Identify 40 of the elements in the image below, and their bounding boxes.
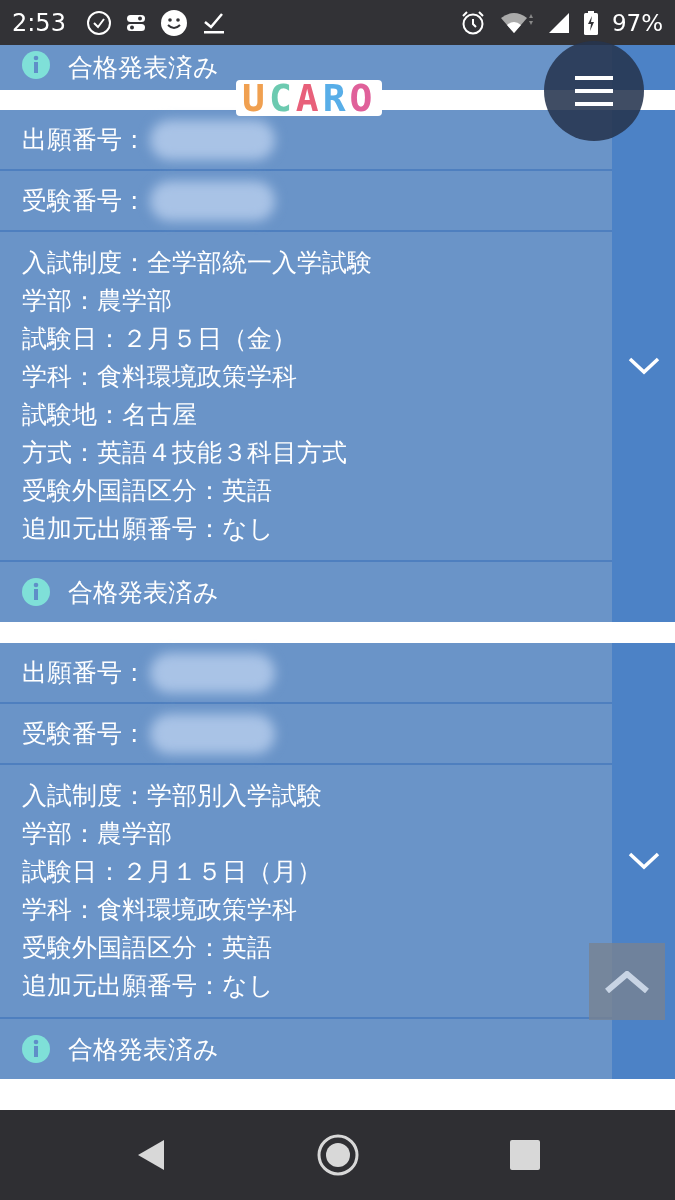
battery-percent: 97% xyxy=(611,9,663,36)
detail-text: 試験地：名古屋 xyxy=(22,399,197,431)
smiley-icon xyxy=(159,8,188,37)
status-text: 合格発表済み xyxy=(68,52,219,84)
check-circle-icon xyxy=(85,9,112,36)
chevron-down-icon[interactable] xyxy=(627,852,660,870)
field-label: 出願番号 : xyxy=(22,124,139,156)
detail-text: 入試制度：学部別入学試験 xyxy=(22,780,322,812)
detail-text: 方式：英語４技能３科目方式 xyxy=(22,437,347,469)
info-icon xyxy=(22,578,50,606)
info-icon xyxy=(22,51,50,79)
battery-icon xyxy=(583,10,598,35)
status-time: 2:53 xyxy=(12,8,66,37)
field-label: 出願番号 : xyxy=(22,657,139,689)
detail-text: 追加元出願番号：なし xyxy=(22,513,274,545)
detail-text: 試験日：２月１５日（月） xyxy=(22,856,322,888)
field-label: 受験番号 : xyxy=(22,185,139,217)
home-button[interactable] xyxy=(316,1134,359,1176)
scroll-top-button[interactable] xyxy=(589,943,665,1020)
detail-text: 受験外国語区分：英語 xyxy=(22,475,272,507)
detail-text: 学科：食料環境政策学科 xyxy=(22,361,297,393)
detail-text: 学部：農学部 xyxy=(22,285,172,317)
chevron-down-icon[interactable] xyxy=(627,357,660,375)
detail-text: 受験外国語区分：英語 xyxy=(22,932,272,964)
menu-icon[interactable] xyxy=(575,76,613,106)
chevron-up-icon[interactable] xyxy=(605,970,649,993)
recents-button[interactable] xyxy=(509,1140,540,1170)
toggle-icon xyxy=(125,12,146,33)
logo: UCARO xyxy=(236,80,383,116)
detail-text: 学科：食料環境政策学科 xyxy=(22,894,297,926)
signal-icon xyxy=(547,11,570,34)
detail-text: 試験日：２月５日（金） xyxy=(22,323,297,355)
status-text: 合格発表済み xyxy=(68,576,219,609)
field-label: 受験番号 : xyxy=(22,718,139,750)
info-icon xyxy=(22,1035,50,1063)
detail-text: 学部：農学部 xyxy=(22,818,172,850)
detail-text: 追加元出願番号：なし xyxy=(22,970,274,1002)
wifi-icon xyxy=(499,10,534,35)
status-text: 合格発表済み xyxy=(68,1033,219,1066)
detail-text: 入試制度：全学部統一入学試験 xyxy=(22,247,372,279)
